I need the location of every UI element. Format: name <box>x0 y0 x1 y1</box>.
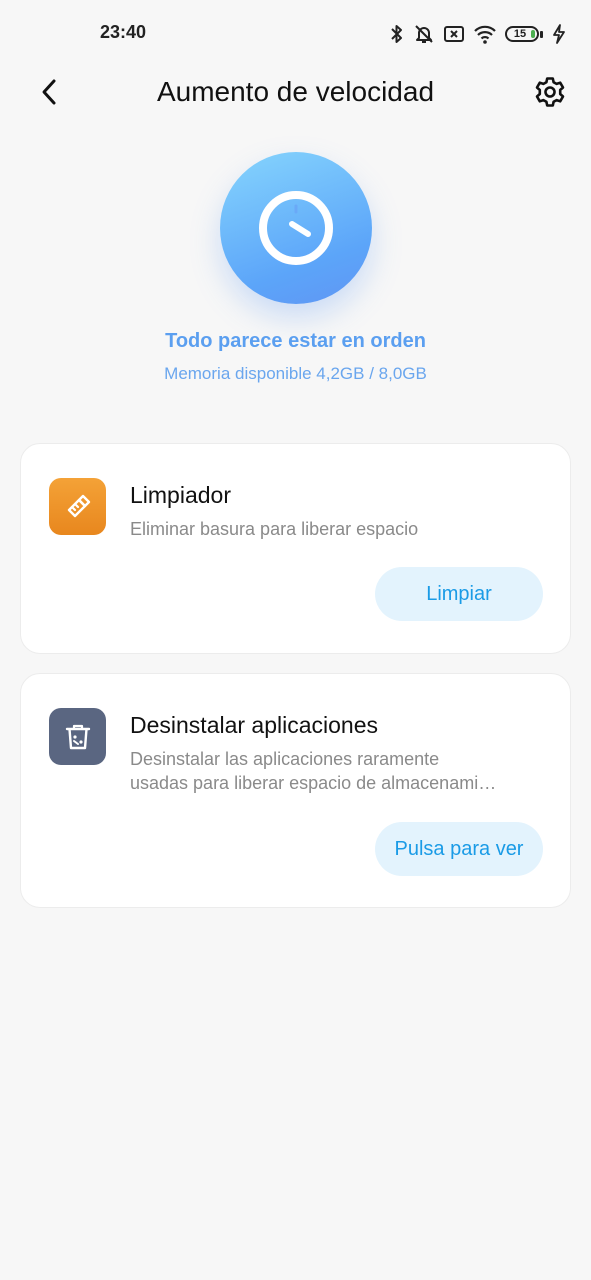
view-apps-button[interactable]: Pulsa para ver <box>375 822 543 876</box>
cleaner-app-icon <box>49 478 106 535</box>
status-time: 23:40 <box>100 22 147 42</box>
settings-button[interactable] <box>527 70 573 114</box>
bluetooth-icon <box>391 25 402 43</box>
cleaner-card[interactable]: Limpiador Eliminar basura para liberar e… <box>20 443 571 654</box>
uninstall-description-line2: usadas para liberar espacio de almacenam… <box>130 773 497 793</box>
no-sim-icon <box>444 26 464 42</box>
broom-icon <box>67 494 90 517</box>
uninstall-card[interactable]: Desinstalar aplicaciones Desinstalar las… <box>20 673 571 908</box>
clean-button[interactable]: Limpiar <box>375 567 543 621</box>
app-header: Aumento de velocidad <box>0 70 591 116</box>
cleaner-title: Limpiador <box>130 482 231 508</box>
status-headline: Todo parece estar en orden <box>165 330 426 352</box>
memory-info: Memoria disponible 4,2GB / 8,0GB <box>164 364 427 383</box>
gear-icon <box>535 77 565 107</box>
uninstall-description-line1: Desinstalar las aplicaciones raramente <box>130 749 440 769</box>
page-title: Aumento de velocidad <box>156 76 435 107</box>
status-bar: 23:40 15 <box>0 0 591 68</box>
battery-level: 15 <box>513 28 527 40</box>
uninstall-app-icon <box>49 708 106 765</box>
battery-icon: 15 <box>505 26 543 42</box>
trash-icon <box>65 724 90 749</box>
cleaner-description: Eliminar basura para liberar espacio <box>130 519 419 539</box>
charging-icon <box>553 24 565 44</box>
speed-circle <box>220 152 372 304</box>
wifi-icon <box>474 25 496 44</box>
speedometer-icon <box>259 191 333 265</box>
mute-icon <box>415 25 433 43</box>
uninstall-title: Desinstalar aplicaciones <box>130 712 379 738</box>
status-icons: 15 <box>389 21 567 47</box>
